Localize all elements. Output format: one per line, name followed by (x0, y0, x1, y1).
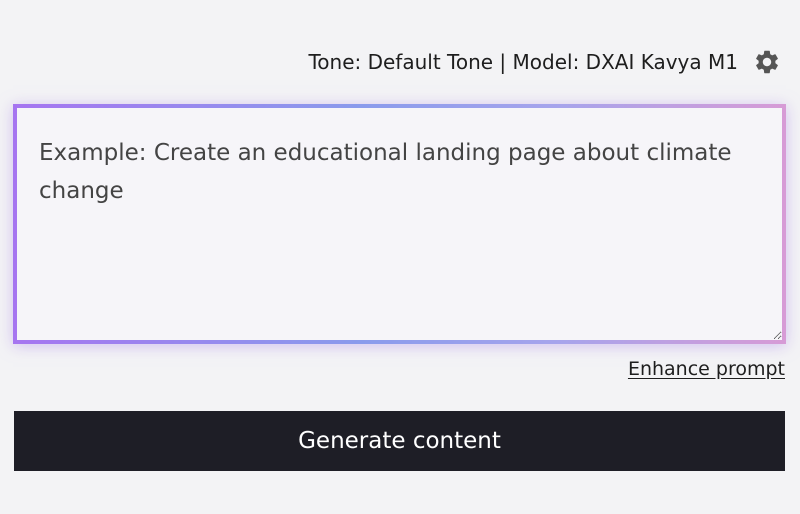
gear-icon (756, 50, 778, 74)
settings-bar: Tone: Default Tone | Model: DXAI Kavya M… (308, 44, 782, 80)
prompt-textarea[interactable] (17, 108, 782, 340)
tone-model-summary: Tone: Default Tone | Model: DXAI Kavya M… (308, 50, 738, 74)
enhance-prompt-link[interactable]: Enhance prompt (628, 358, 785, 380)
prompt-gradient-border (13, 104, 786, 344)
settings-button[interactable] (752, 47, 782, 77)
generate-content-button[interactable]: Generate content (14, 411, 785, 471)
ai-content-panel: Tone: Default Tone | Model: DXAI Kavya M… (0, 0, 800, 514)
